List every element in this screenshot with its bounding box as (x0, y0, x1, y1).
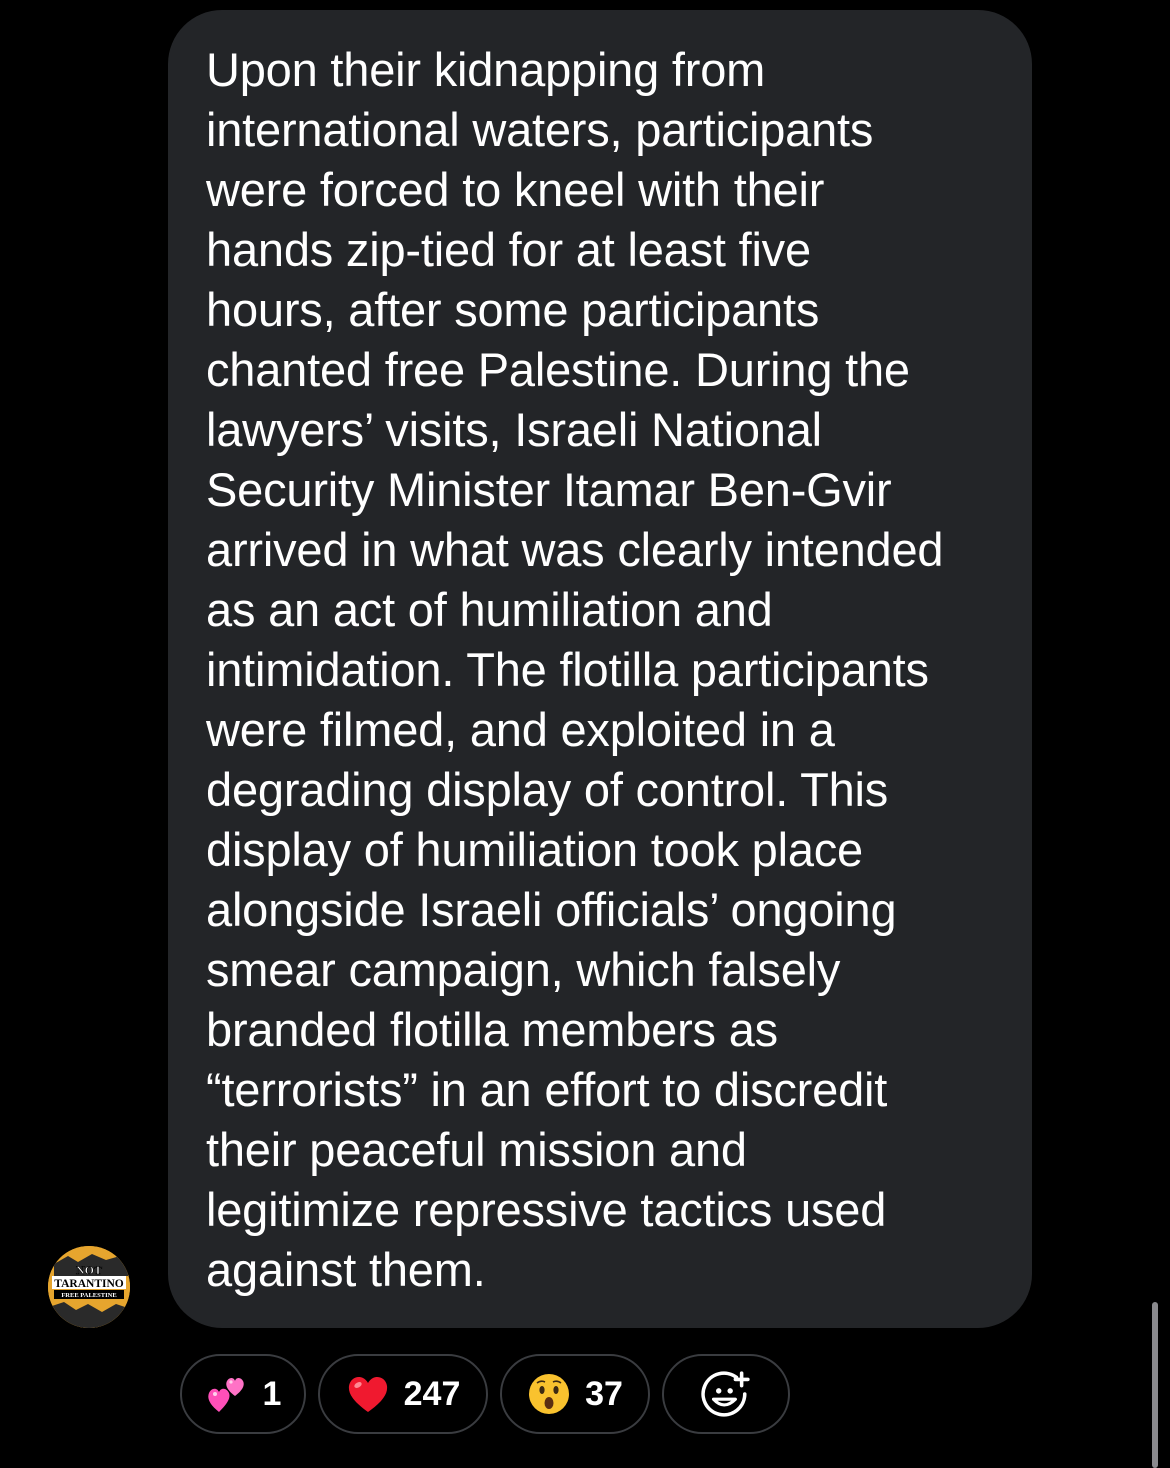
message-bubble[interactable]: Upon their kidnapping from international… (168, 10, 1032, 1328)
reaction-two-hearts[interactable]: 1 (180, 1354, 306, 1434)
avatar[interactable]: NOT TARANTINO FREE PALESTINE (48, 1246, 130, 1328)
reaction-count: 37 (585, 1374, 623, 1413)
avatar-text-3: FREE PALESTINE (61, 1292, 116, 1299)
red-heart-icon (348, 1376, 387, 1412)
scrollbar[interactable] (1152, 1302, 1158, 1468)
reaction-red-heart[interactable]: 247 (318, 1354, 488, 1434)
two-hearts-icon (207, 1378, 244, 1412)
reaction-count: 1 (262, 1374, 282, 1413)
avatar-logo-icon: NOT TARANTINO FREE PALESTINE (48, 1246, 130, 1328)
avatar-text-1: NOT (76, 1263, 102, 1277)
avatar-text-2: TARANTINO (54, 1278, 123, 1290)
reaction-surprised[interactable]: 37 (500, 1354, 650, 1434)
add-reaction-button[interactable] (662, 1354, 790, 1434)
add-reaction-icon (701, 1371, 750, 1417)
reaction-count: 247 (403, 1374, 461, 1413)
message-text: Upon their kidnapping from international… (206, 43, 944, 1296)
surprised-face-icon (529, 1374, 570, 1414)
